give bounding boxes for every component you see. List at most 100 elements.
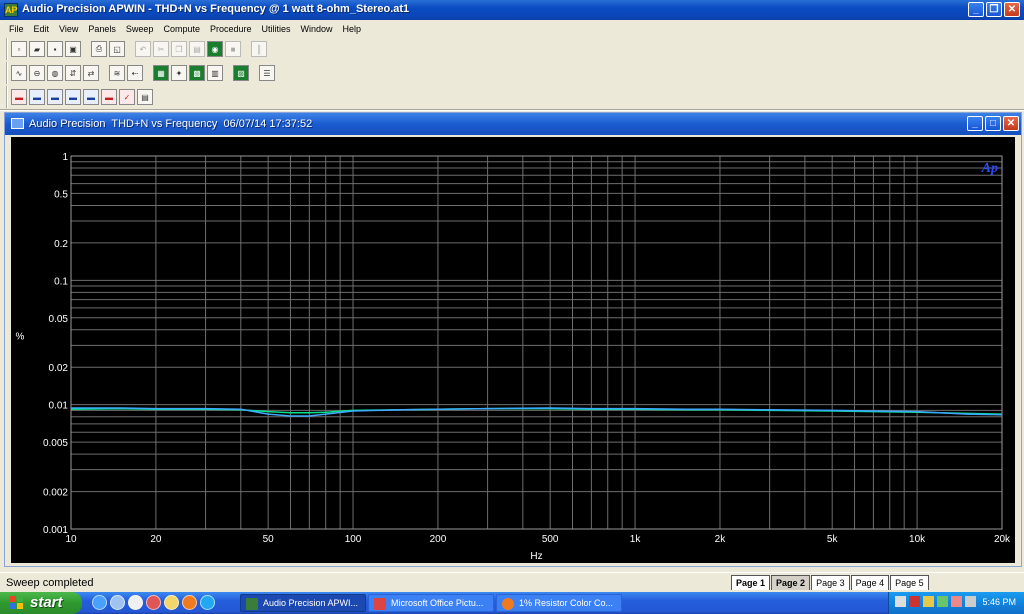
tab-page-4[interactable]: Page 4	[850, 575, 890, 590]
panel-f-icon[interactable]: ▬	[101, 89, 117, 105]
start-stop-icon[interactable]: ⇄	[83, 65, 99, 81]
data-icon[interactable]: ▩	[189, 65, 205, 81]
copy-icon[interactable]: ❐	[171, 41, 187, 57]
x-tick-label: 10	[65, 534, 77, 545]
tab-page-3[interactable]: Page 3	[811, 575, 850, 590]
start-button[interactable]: start	[0, 592, 82, 614]
save-all-icon[interactable]: ▣	[65, 41, 81, 57]
taskbar: start Audio Precision APWI... Microsoft …	[0, 592, 1024, 614]
network-icon[interactable]	[909, 596, 920, 607]
stop-icon[interactable]: ■	[225, 41, 241, 57]
close-button[interactable]: ✕	[1004, 2, 1020, 17]
menu-sweep[interactable]: Sweep	[121, 24, 159, 34]
status-text: Sweep completed	[6, 577, 94, 589]
notes-icon[interactable]: ▤	[137, 89, 153, 105]
menu-view[interactable]: View	[54, 24, 83, 34]
tab-page-1[interactable]: Page 1	[731, 575, 771, 590]
run-green-icon[interactable]: ◉	[207, 41, 223, 57]
bars-icon[interactable]: ║	[251, 41, 267, 57]
y-tick-label: 0.01	[49, 401, 69, 412]
menu-procedure[interactable]: Procedure	[205, 24, 257, 34]
panel-b-icon[interactable]: ▬	[29, 89, 45, 105]
graph-icon[interactable]: ▦	[153, 65, 169, 81]
x-tick-label: 20k	[994, 534, 1011, 545]
y-tick-label: 0.002	[43, 488, 68, 499]
graph-window-title: Audio Precision THD+N vs Frequency 06/07…	[29, 118, 313, 130]
open-folder-icon[interactable]: ▰	[29, 41, 45, 57]
sweep-settings-icon[interactable]: ⇵	[65, 65, 81, 81]
save-icon[interactable]: ▪	[47, 41, 63, 57]
x-axis-label: Hz	[530, 551, 542, 562]
ie-icon[interactable]	[92, 595, 107, 610]
menu-edit[interactable]: Edit	[29, 24, 55, 34]
graph-document-icon	[11, 118, 24, 129]
x-tick-label: 50	[263, 534, 275, 545]
new-file-icon[interactable]: ▫	[11, 41, 27, 57]
system-tray: 5:46 PM	[888, 592, 1024, 614]
menu-file[interactable]: File	[4, 24, 29, 34]
reading-icon[interactable]: ⇠	[127, 65, 143, 81]
tray-tool-icon[interactable]	[923, 596, 934, 607]
sweep-graph-icon[interactable]: ≋	[109, 65, 125, 81]
snr-icon[interactable]: ▬	[47, 89, 63, 105]
page-tabs: Page 1 Page 2 Page 3 Page 4 Page 5	[731, 575, 930, 590]
tray-shield-icon[interactable]	[937, 596, 948, 607]
graph-window-title-bar[interactable]: Audio Precision THD+N vs Frequency 06/07…	[5, 113, 1021, 135]
windows-flag-icon	[10, 596, 24, 610]
cut-icon[interactable]: ✂	[153, 41, 169, 57]
x-tick-label: 10k	[909, 534, 926, 545]
toolbar-divider	[0, 109, 1024, 111]
folder-icon[interactable]	[164, 595, 179, 610]
y-tick-label: 0.5	[54, 189, 68, 200]
fft-icon[interactable]: ▬	[65, 89, 81, 105]
clock: 5:46 PM	[982, 597, 1016, 607]
x-tick-label: 20	[150, 534, 162, 545]
task-label-office: Microsoft Office Pictu...	[391, 598, 484, 608]
tray-app-icon[interactable]	[951, 596, 962, 607]
print-icon[interactable]: ⎙	[91, 41, 107, 57]
paste-icon[interactable]: ▤	[189, 41, 205, 57]
media-player-icon[interactable]	[128, 595, 143, 610]
list-icon[interactable]: ☰	[259, 65, 275, 81]
task-office-picture[interactable]: Microsoft Office Pictu...	[368, 594, 494, 612]
app-red-icon[interactable]	[146, 595, 161, 610]
analyzer-icon[interactable]: ⊖	[29, 65, 45, 81]
minimize-button[interactable]: _	[968, 2, 984, 17]
skype-icon[interactable]	[200, 595, 215, 610]
go-icon[interactable]: ✦	[171, 65, 187, 81]
graph-window: Audio Precision THD+N vs Frequency 06/07…	[4, 112, 1022, 567]
task-audio-precision[interactable]: Audio Precision APWI...	[240, 594, 366, 612]
restore-button[interactable]: ❐	[986, 2, 1002, 17]
tray-phone-icon[interactable]	[965, 596, 976, 607]
panels-toolbar: ▬ ▬ ▬ ▬ ▬ ▬ ✓ ▤	[6, 86, 156, 108]
menu-panels[interactable]: Panels	[83, 24, 121, 34]
title-bar[interactable]: AP Audio Precision APWIN - THD+N vs Freq…	[0, 0, 1024, 20]
task-resistor-color[interactable]: 1% Resistor Color Co...	[496, 594, 622, 612]
volume-icon[interactable]	[895, 596, 906, 607]
panel-icon[interactable]: ▨	[233, 65, 249, 81]
tab-page-2[interactable]: Page 2	[771, 575, 811, 590]
thd-n-plot[interactable]: 1 0.5 0.2 0.1 0.05 0.02 0.01 0.005 0.002 0.001 10 2…	[11, 137, 1015, 563]
generator-icon[interactable]: ∿	[11, 65, 27, 81]
y-tick-label: 0.1	[54, 276, 68, 287]
ap-logo: Ap	[981, 161, 998, 176]
firefox-icon[interactable]	[182, 595, 197, 610]
table-icon[interactable]: ▥	[207, 65, 223, 81]
meter-icon[interactable]: ◍	[47, 65, 63, 81]
menu-help[interactable]: Help	[338, 24, 367, 34]
tab-page-5[interactable]: Page 5	[890, 575, 929, 590]
graph-maximize-button[interactable]: □	[985, 116, 1001, 131]
checkmark-icon[interactable]: ✓	[119, 89, 135, 105]
panel-e-icon[interactable]: ▬	[83, 89, 99, 105]
graph-close-button[interactable]: ✕	[1003, 116, 1019, 131]
picture-task-icon	[374, 598, 386, 610]
outlook-icon[interactable]	[110, 595, 125, 610]
menu-window[interactable]: Window	[296, 24, 338, 34]
undo-icon[interactable]: ↶	[135, 41, 151, 57]
print-preview-icon[interactable]: ◱	[109, 41, 125, 57]
menu-utilities[interactable]: Utilities	[257, 24, 296, 34]
menu-compute[interactable]: Compute	[158, 24, 205, 34]
graph-minimize-button[interactable]: _	[967, 116, 983, 131]
panel-a-icon[interactable]: ▬	[11, 89, 27, 105]
task-label-resistor: 1% Resistor Color Co...	[519, 598, 614, 608]
